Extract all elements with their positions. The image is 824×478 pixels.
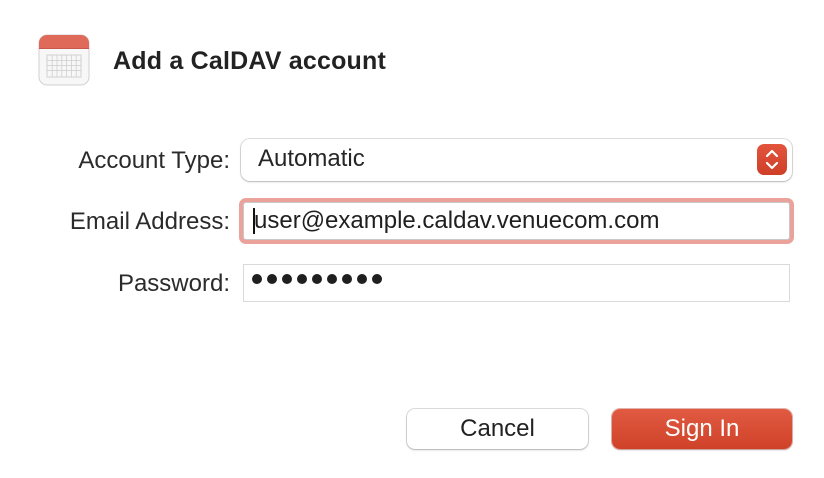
email-address-label: Email Address: <box>69 208 230 235</box>
password-field[interactable] <box>243 264 790 302</box>
password-label: Password: <box>117 270 230 297</box>
email-address-value: user@example.caldav.venuecom.com <box>254 207 660 234</box>
password-dot <box>267 274 277 284</box>
sign-in-button[interactable]: Sign In <box>612 409 792 449</box>
dialog-title: Add a CalDAV account <box>113 47 387 75</box>
caldav-account-dialog: Add a CalDAV account Account Type: Autom… <box>0 0 824 478</box>
up-down-chevron-icon[interactable] <box>757 144 787 175</box>
password-dot <box>297 274 307 284</box>
password-dot <box>282 274 292 284</box>
calendar-icon <box>38 34 90 86</box>
email-address-field[interactable]: user@example.caldav.venuecom.com <box>243 202 790 240</box>
account-type-select[interactable]: Automatic <box>241 139 792 181</box>
account-type-label: Account Type: <box>78 147 230 174</box>
account-type-value: Automatic <box>258 145 365 172</box>
password-dot <box>372 274 382 284</box>
password-dot <box>342 274 352 284</box>
password-dot <box>357 274 367 284</box>
password-dot <box>312 274 322 284</box>
password-mask <box>252 274 382 284</box>
cancel-button[interactable]: Cancel <box>407 409 588 449</box>
password-dot <box>252 274 262 284</box>
password-dot <box>327 274 337 284</box>
